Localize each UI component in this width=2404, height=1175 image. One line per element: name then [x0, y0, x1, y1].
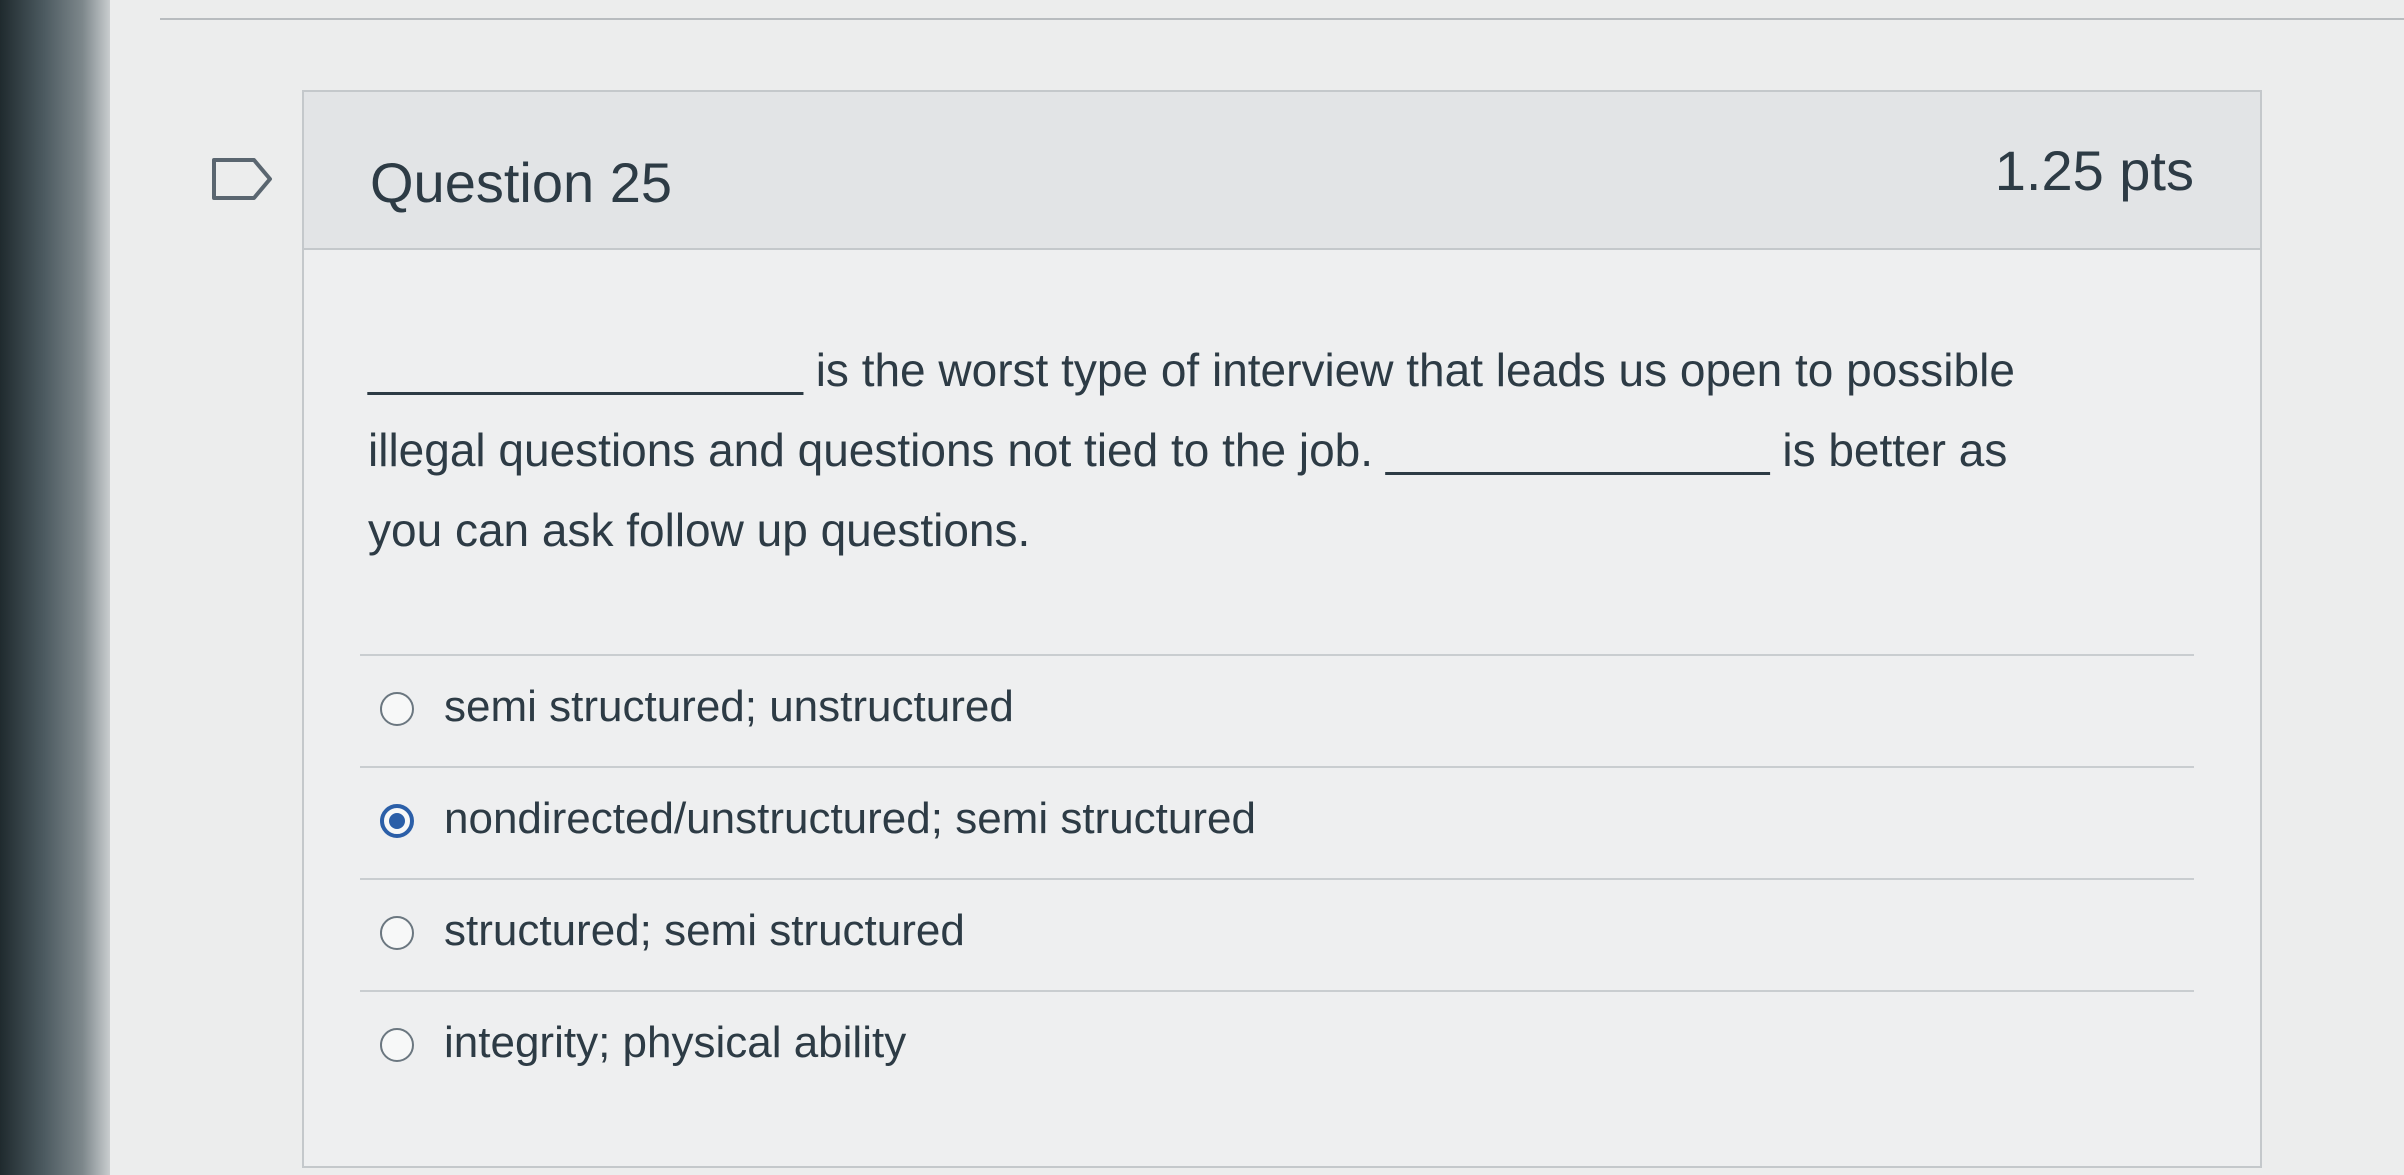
question-text-line: you can ask follow up questions.: [368, 504, 1031, 556]
question-card: Question 25 1.25 pts _________________ i…: [302, 90, 2262, 1168]
divider: [160, 18, 2404, 20]
answer-option[interactable]: structured; semi structured: [360, 878, 2194, 990]
answer-label[interactable]: structured; semi structured: [444, 906, 965, 956]
answer-label[interactable]: nondirected/unstructured; semi structure…: [444, 794, 1256, 844]
answer-list: semi structured; unstructured nondirecte…: [360, 654, 2194, 1102]
question-title: Question 25: [370, 151, 672, 214]
answer-label[interactable]: semi structured; unstructured: [444, 682, 1014, 732]
answer-option[interactable]: semi structured; unstructured: [360, 654, 2194, 766]
answer-label[interactable]: integrity; physical ability: [444, 1018, 906, 1068]
flag-question-icon[interactable]: [210, 156, 276, 202]
question-header: Question 25 1.25 pts: [304, 92, 2260, 250]
background-edge: [0, 0, 110, 1175]
radio-button[interactable]: [380, 916, 414, 950]
answer-option[interactable]: nondirected/unstructured; semi structure…: [360, 766, 2194, 878]
radio-button[interactable]: [380, 1028, 414, 1062]
question-text-line: _________________ is the worst type of i…: [368, 344, 2015, 396]
radio-button[interactable]: [380, 692, 414, 726]
radio-button-selected[interactable]: [380, 804, 414, 838]
question-points: 1.25 pts: [1994, 139, 2194, 202]
question-text-line: illegal questions and questions not tied…: [368, 424, 2008, 476]
answer-option[interactable]: integrity; physical ability: [360, 990, 2194, 1102]
question-text: _________________ is the worst type of i…: [368, 330, 2128, 570]
